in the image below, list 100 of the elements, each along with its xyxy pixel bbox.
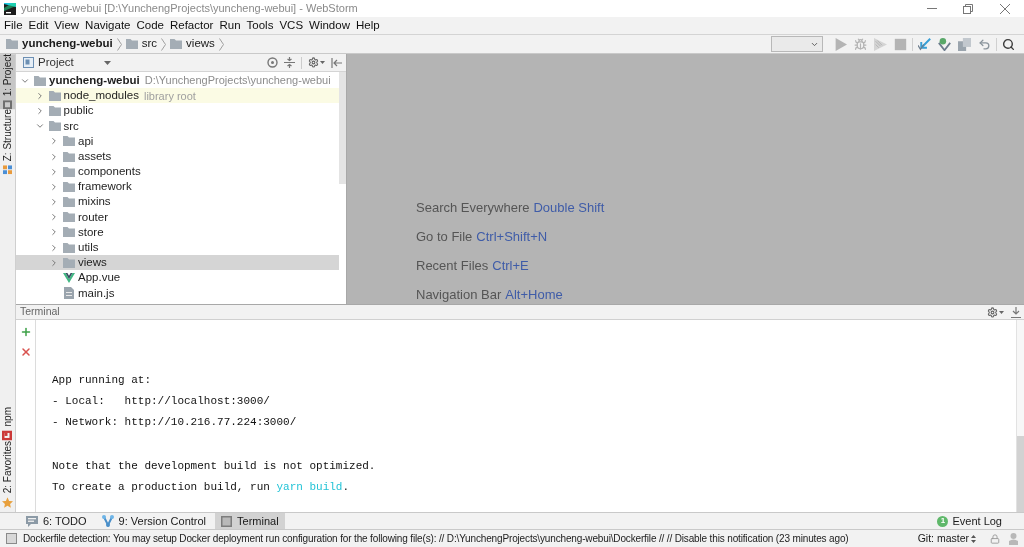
menu-item[interactable]: File: [1, 18, 26, 33]
terminal-icon: [221, 515, 233, 527]
tree-item[interactable]: utils: [16, 240, 339, 256]
event-log-tab[interactable]: 1 Event Log: [937, 513, 1002, 529]
dropdown-caret-icon: [103, 60, 111, 65]
folder-icon: [63, 166, 75, 177]
overlapping-squares-icon[interactable]: [958, 37, 971, 51]
tree-item[interactable]: src: [16, 118, 339, 134]
tree-item[interactable]: components: [16, 164, 339, 180]
tree-item[interactable]: App.vue: [16, 270, 339, 286]
chevron-right-icon[interactable]: [49, 151, 59, 162]
tree-item[interactable]: mixins: [16, 194, 339, 210]
hide-panel-icon[interactable]: [331, 57, 342, 68]
tree-item[interactable]: node_modules library root: [16, 88, 339, 104]
terminal-line: - Network: http://10.216.77.224:3000/: [52, 415, 298, 430]
tree-item[interactable]: public: [16, 103, 339, 119]
search-icon[interactable]: [1002, 37, 1015, 51]
folder-icon: [48, 121, 61, 132]
menu-item[interactable]: Navigate: [82, 18, 134, 33]
chevron-right-icon[interactable]: [49, 166, 59, 177]
chevron-right-icon[interactable]: [49, 197, 59, 208]
panel-icon: [3, 100, 12, 110]
script-file-icon: [64, 287, 74, 300]
terminal-line: App running at:: [52, 373, 153, 388]
panel-toggle-icon[interactable]: [6, 533, 17, 544]
shortcut-label: Ctrl+Shift+N: [476, 227, 548, 246]
notification-badge: 1: [937, 515, 949, 527]
terminal-line: - Local: http://localhost:3000/: [52, 394, 271, 409]
menu-item[interactable]: View: [51, 18, 83, 33]
close-icon[interactable]: [19, 346, 32, 358]
folder-icon: [63, 212, 75, 223]
run-configuration-dropdown[interactable]: [771, 36, 823, 52]
tree-item[interactable]: store: [16, 224, 339, 241]
folder-icon: [170, 39, 183, 49]
scrollbar-thumb[interactable]: [339, 72, 346, 184]
tool-window-tab[interactable]: 9: Version Control: [95, 513, 213, 529]
folder-icon: [125, 39, 138, 49]
tree-item[interactable]: router: [16, 209, 339, 225]
breadcrumb[interactable]: src: [125, 35, 158, 53]
breadcrumb-separator-icon: [116, 37, 122, 51]
chevron-right-icon[interactable]: [49, 257, 59, 268]
hint-label: Go to File: [416, 227, 473, 246]
tree-item[interactable]: yuncheng-webui D:\YunchengProjects\yuncheng-webui: [16, 73, 339, 89]
chevron-right-icon[interactable]: [49, 227, 59, 238]
tool-window-tab[interactable]: Z: Structure: [0, 109, 15, 175]
hint-label: Recent Files: [416, 256, 489, 275]
menu-item[interactable]: Tools: [243, 18, 277, 33]
tool-window-tab[interactable]: 1: Project: [0, 54, 15, 110]
menu-item[interactable]: Window: [306, 18, 353, 33]
update-arrow-icon[interactable]: [918, 37, 931, 51]
tool-window-tab[interactable]: 6: TODO: [20, 513, 93, 529]
menu-item[interactable]: Help: [352, 18, 383, 33]
folder-icon: [63, 257, 75, 268]
minimize-icon: [927, 8, 937, 9]
restore-icon: [963, 3, 973, 14]
tool-window-tab[interactable]: 2: Favorites: [0, 440, 15, 508]
window-title: yuncheng-webui [D:\YunchengProjects\yuncheng-webui] - WebStorm: [21, 1, 358, 17]
chevron-right-icon[interactable]: [49, 136, 59, 147]
folder-icon: [48, 90, 61, 101]
lock-icon[interactable]: [990, 533, 1000, 544]
tool-window-tab[interactable]: Terminal: [215, 513, 285, 529]
tree-item[interactable]: api: [16, 133, 339, 149]
menu-item[interactable]: Run: [216, 18, 244, 33]
menu-item[interactable]: Code: [133, 18, 167, 33]
person-icon[interactable]: [1009, 532, 1018, 545]
settings-icon[interactable]: [308, 57, 319, 68]
menu-item[interactable]: Refactor: [166, 18, 217, 33]
dropdown-caret-icon: [999, 310, 1004, 314]
shortcut-label: Alt+Home: [505, 285, 563, 304]
collapse-all-icon[interactable]: [284, 57, 295, 68]
tree-item[interactable]: views: [16, 255, 339, 271]
folder-icon: [63, 136, 75, 147]
branch-selector[interactable]: Git: master: [917, 530, 976, 547]
tool-window-tab[interactable]: npm: [0, 407, 15, 441]
structure-icon: [3, 165, 12, 175]
breadcrumb[interactable]: yuncheng-webui: [6, 35, 113, 53]
undo-icon[interactable]: [978, 37, 991, 51]
breadcrumb-separator-icon: [161, 37, 167, 51]
breadcrumb-separator-icon: [218, 37, 224, 51]
chevron-right-icon[interactable]: [49, 212, 59, 223]
status-message: Dockerfile detection: You may setup Docker deployment run configuration for the following file(s): // D:\YunchengProjects\yuncheng-webui\Dockerfile // // Disable this notification (23 minutes ago): [23, 532, 849, 546]
chevron-right-icon[interactable]: [49, 181, 59, 192]
tree-item[interactable]: framework: [16, 179, 339, 195]
folder-icon: [63, 197, 75, 208]
scrollbar-thumb[interactable]: [1017, 436, 1024, 512]
breadcrumb[interactable]: views: [170, 35, 215, 53]
branch-icon: [101, 515, 114, 527]
hint-label: Navigation Bar: [416, 285, 502, 304]
menu-item[interactable]: Edit: [25, 18, 52, 33]
branch-check-icon[interactable]: [938, 37, 951, 51]
tree-item[interactable]: assets: [16, 148, 339, 165]
settings-icon[interactable]: [987, 306, 998, 318]
tree-item[interactable]: main.js: [16, 285, 339, 301]
menu-item[interactable]: VCS: [276, 18, 307, 33]
star-icon: [2, 497, 13, 508]
add-icon[interactable]: [19, 326, 32, 338]
crosshair-icon[interactable]: [267, 57, 278, 68]
folder-icon: [6, 39, 18, 49]
hide-panel-icon[interactable]: [1011, 306, 1021, 318]
chevron-right-icon[interactable]: [49, 242, 59, 253]
